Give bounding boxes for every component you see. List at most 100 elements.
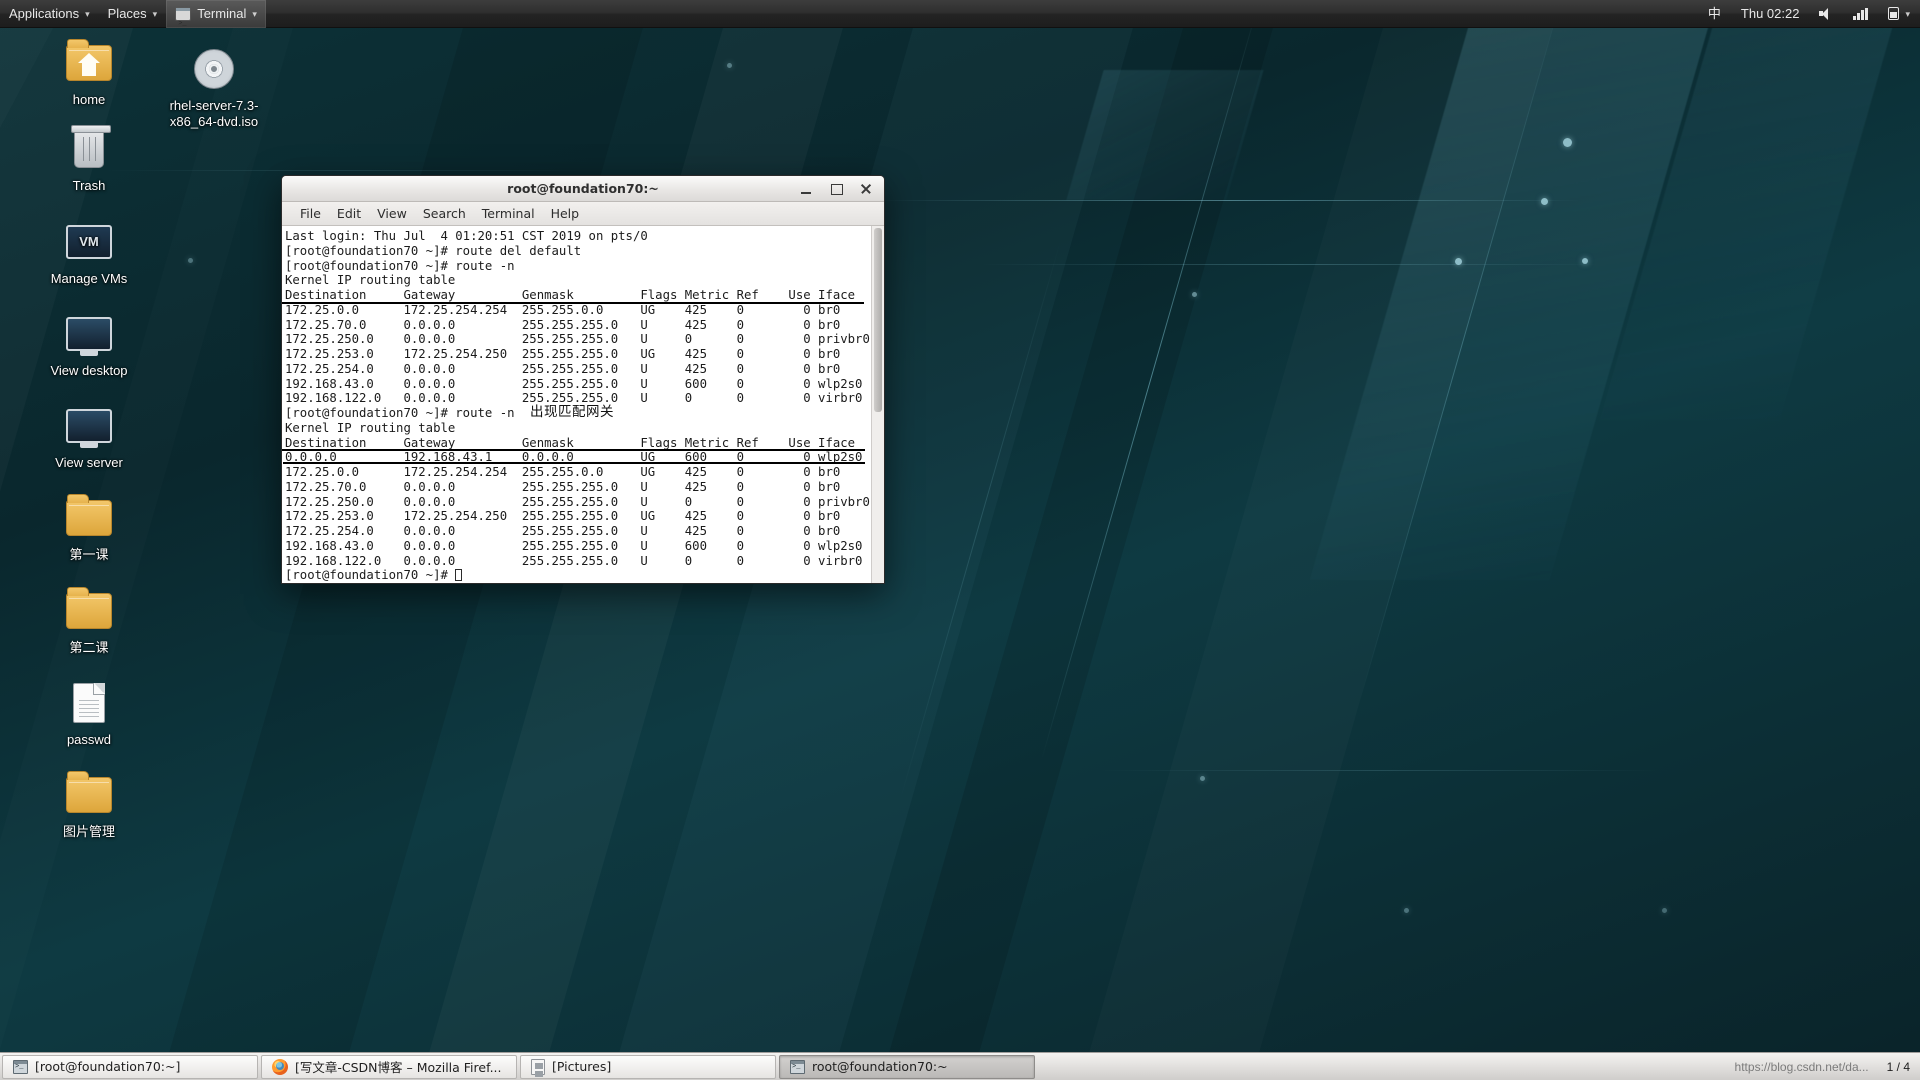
network-icon	[1853, 7, 1869, 20]
document-icon	[14, 678, 164, 728]
monitor-icon	[14, 401, 164, 451]
window-title-bar[interactable]: root@foundation70:~	[282, 176, 884, 202]
chevron-down-icon: ▾	[1905, 8, 1910, 19]
window-controls	[799, 182, 884, 196]
workspace-indicator[interactable]: 1 / 4	[1887, 1060, 1910, 1074]
disc-image-icon	[154, 44, 274, 94]
terminal-icon	[13, 1059, 28, 1074]
desktop-icon-picture-manager[interactable]: 图片管理	[14, 770, 164, 840]
terminal-icon	[790, 1059, 805, 1074]
maximize-button[interactable]	[829, 182, 843, 196]
wallpaper-dot	[1200, 776, 1205, 781]
top-panel-status-area: 中 Thu 02:22 ▾	[1698, 0, 1920, 28]
table-header-rule	[282, 301, 864, 304]
terminal-line: 192.168.43.0 0.0.0.0 255.255.255.0 U 600…	[285, 376, 863, 391]
desktop-icon-label: Trash	[72, 178, 106, 194]
scrollbar-thumb[interactable]	[874, 228, 882, 412]
terminal-line: 172.25.253.0 172.25.254.250 255.255.255.…	[285, 347, 841, 361]
chevron-down-icon: ▾	[152, 8, 158, 19]
terminal-output[interactable]: Last login: Thu Jul 4 01:20:51 CST 2019 …	[282, 226, 871, 583]
places-label: Places	[107, 5, 147, 21]
clock[interactable]: Thu 02:22	[1731, 0, 1810, 28]
taskbar-item-pictures[interactable]: [Pictures]	[520, 1054, 776, 1079]
terminal-line: 172.25.70.0 0.0.0.0 255.255.255.0 U 425 …	[285, 479, 841, 494]
folder-icon	[14, 493, 164, 543]
annotation-text: 出现匹配网关	[530, 404, 614, 420]
terminal-line: 192.168.122.0 0.0.0.0 255.255.255.0 U 0 …	[285, 553, 863, 568]
menu-bar: File Edit View Search Terminal Help	[282, 202, 884, 226]
desktop-icon-label: 图片管理	[62, 824, 115, 839]
terminal-line: 172.25.250.0 0.0.0.0 255.255.255.0 U 0 0…	[285, 494, 870, 509]
desktop-icon-lesson-one[interactable]: 第一课	[14, 493, 164, 563]
highlighted-route-row	[283, 449, 865, 465]
terminal-scrollbar[interactable]	[871, 226, 884, 583]
window-title: root@foundation70:~	[507, 181, 659, 196]
desktop-icon-iso[interactable]: rhel-server-7.3-x86_64-dvd.iso	[154, 44, 274, 131]
menu-places[interactable]: Places ▾	[99, 0, 167, 28]
taskbar-item-label: [root@foundation70:~]	[35, 1059, 181, 1074]
desktop-icon-label: home	[72, 92, 106, 107]
terminal-icon	[175, 6, 192, 38]
taskbar-item-terminal-1[interactable]: [root@foundation70:~]	[2, 1054, 258, 1079]
active-app-label: Terminal	[197, 5, 247, 21]
wallpaper-dot	[1455, 258, 1462, 265]
wallpaper-dot	[727, 63, 732, 68]
taskbar-item-terminal-2[interactable]: root@foundation70:~	[779, 1054, 1035, 1079]
wallpaper-dot	[1563, 138, 1572, 147]
network-indicator[interactable]	[1843, 0, 1878, 28]
terminal-line: [root@foundation70 ~]#	[285, 568, 871, 583]
desktop-icon-trash[interactable]: Trash	[14, 124, 164, 194]
terminal-line: 172.25.254.0 0.0.0.0 255.255.255.0 U 425…	[285, 361, 841, 376]
volume-icon	[1819, 7, 1833, 20]
menu-edit[interactable]: Edit	[329, 202, 369, 226]
menu-search[interactable]: Search	[415, 202, 474, 226]
wallpaper-dot	[1662, 908, 1667, 913]
power-icon	[1888, 7, 1900, 20]
virtual-machine-icon: VM	[14, 217, 164, 267]
wallpaper-dot	[1582, 258, 1588, 264]
menu-file[interactable]: File	[292, 202, 329, 226]
home-folder-icon	[14, 38, 164, 88]
chevron-down-icon: ▾	[252, 8, 257, 19]
terminal-window[interactable]: root@foundation70:~ File Edit View Searc…	[281, 175, 885, 584]
desktop-icon-view-server[interactable]: View server	[14, 401, 164, 471]
terminal-body[interactable]: Last login: Thu Jul 4 01:20:51 CST 2019 …	[282, 226, 884, 583]
desktop-icon-manage-vms[interactable]: VM Manage VMs	[14, 217, 164, 287]
minimize-button[interactable]	[799, 182, 813, 196]
terminal-cursor	[455, 569, 463, 582]
window-menu-terminal[interactable]: Terminal ▾	[166, 0, 266, 38]
desktop-icon-lesson-two[interactable]: 第二课	[14, 586, 164, 656]
clock-label: Thu 02:22	[1740, 5, 1800, 21]
chevron-down-icon: ▾	[85, 8, 90, 19]
menu-view[interactable]: View	[369, 202, 415, 226]
menu-applications[interactable]: Applications ▾	[0, 0, 99, 28]
menu-help[interactable]: Help	[543, 202, 588, 226]
desktop-icon-passwd[interactable]: passwd	[14, 678, 164, 748]
desktop-icon-home[interactable]: home	[14, 38, 164, 108]
terminal-line: Last login: Thu Jul 4 01:20:51 CST 2019 …	[285, 229, 648, 243]
volume-indicator[interactable]	[1809, 0, 1843, 28]
desktop-icon-label: View server	[55, 455, 123, 470]
taskbar-right-area: https://blog.csdn.net/da... 1 / 4	[1735, 1060, 1920, 1074]
terminal-line: Kernel IP routing table	[285, 273, 456, 288]
menu-terminal[interactable]: Terminal	[474, 202, 543, 226]
applications-label: Applications	[9, 5, 80, 21]
input-method-indicator[interactable]: 中	[1698, 0, 1731, 28]
terminal-line: [root@foundation70 ~]# route del default	[285, 243, 582, 258]
desktop-icon-label: 第一课	[69, 547, 109, 563]
top-panel: Applications ▾ Places ▾ Terminal ▾ 中 Thu…	[0, 0, 1920, 38]
power-indicator[interactable]: ▾	[1878, 0, 1920, 28]
desktop-icon-area: home Trash VM Manage VMs View desktop Vi…	[0, 34, 260, 854]
terminal-line: 172.25.254.0 0.0.0.0 255.255.255.0 U 425…	[285, 524, 841, 538]
terminal-line: 172.25.253.0 172.25.254.250 255.255.255.…	[285, 509, 841, 524]
terminal-line: 172.25.0.0 172.25.254.254 255.255.0.0 UG…	[285, 465, 841, 479]
desktop-icon-label: 第二课	[69, 639, 109, 655]
close-button[interactable]	[859, 182, 873, 196]
terminal-line: 192.168.43.0 0.0.0.0 255.255.255.0 U 600…	[285, 538, 863, 553]
taskbar-item-label: [写文章-CSDN博客 – Mozilla Firef...	[295, 1060, 502, 1075]
desktop-icon-view-desktop[interactable]: View desktop	[14, 309, 164, 379]
taskbar-item-firefox[interactable]: [写文章-CSDN博客 – Mozilla Firef...	[261, 1054, 517, 1079]
terminal-line: 172.25.0.0 172.25.254.254 255.255.0.0 UG…	[285, 302, 841, 317]
desktop-icon-label: View desktop	[50, 362, 128, 378]
terminal-line: Kernel IP routing table	[285, 420, 456, 435]
